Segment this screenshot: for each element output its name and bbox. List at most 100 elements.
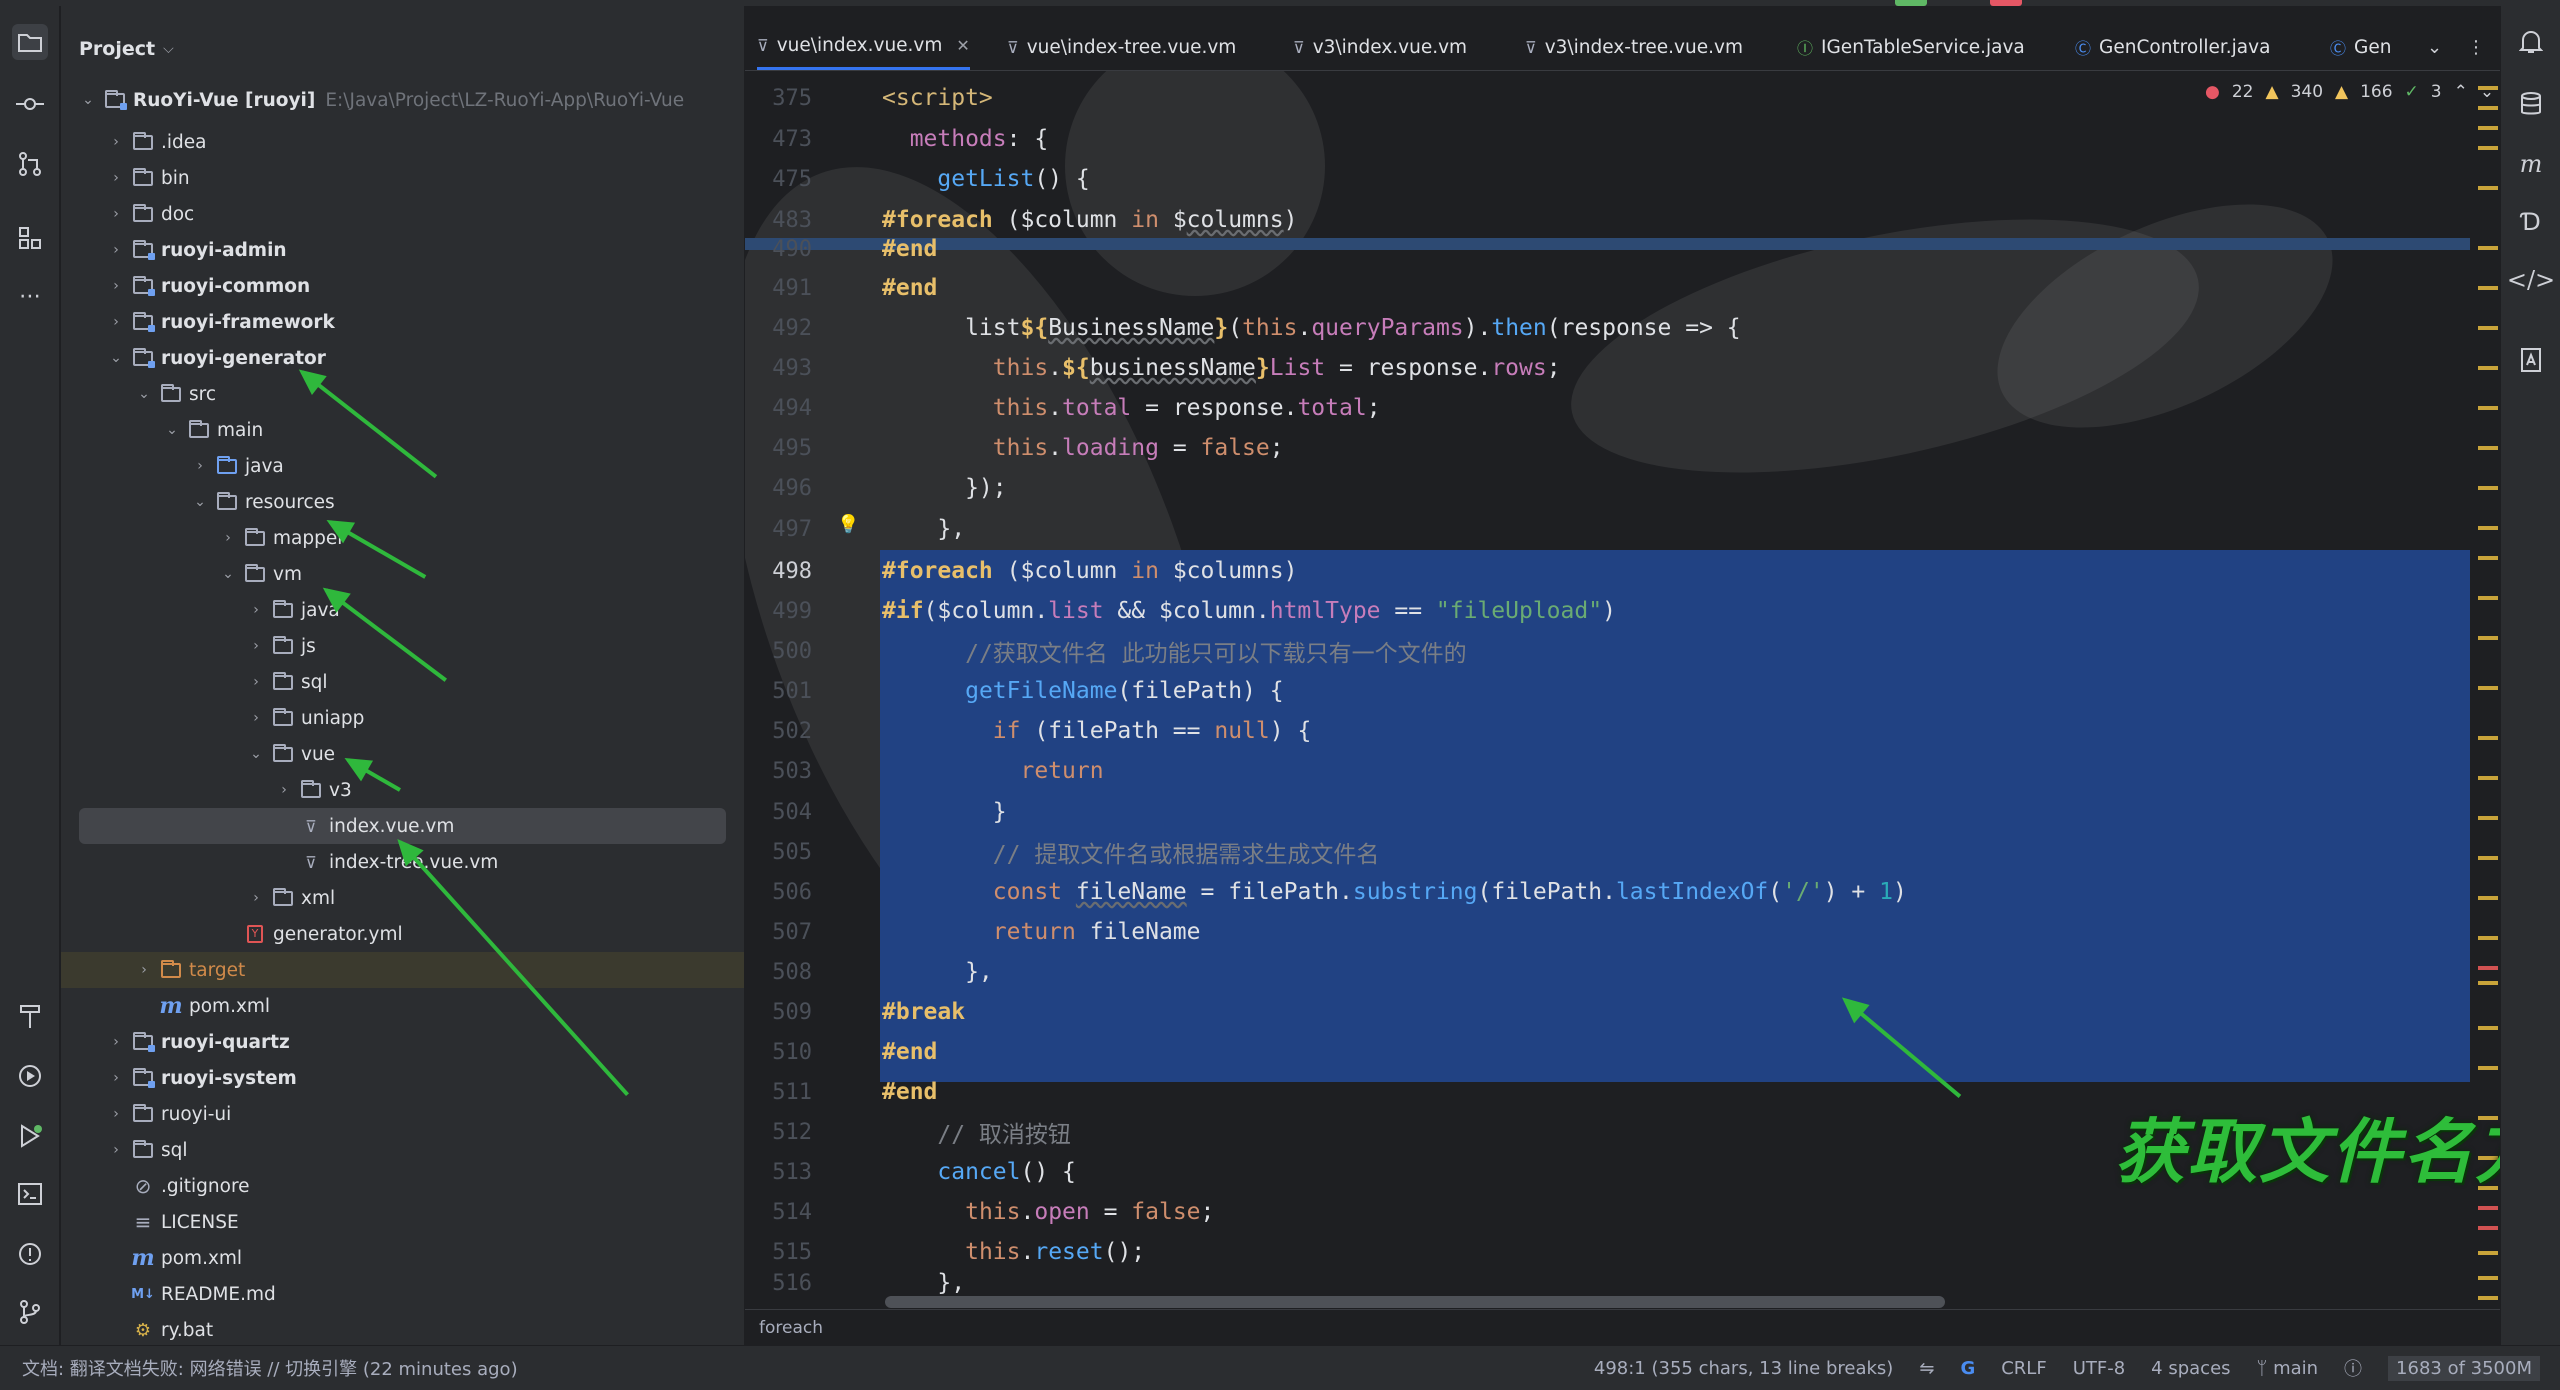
- endpoints-icon[interactable]: </>: [2507, 262, 2555, 298]
- stripe-marker[interactable]: [2478, 1276, 2498, 1280]
- chevron-right-icon[interactable]: ›: [107, 278, 125, 294]
- chevron-right-icon[interactable]: ›: [135, 962, 153, 978]
- tree-item-resources[interactable]: ⌄ resources: [61, 484, 744, 520]
- tree-item-sql[interactable]: › sql: [61, 1132, 744, 1168]
- chevron-down-icon[interactable]: ⌄: [163, 422, 181, 438]
- chevron-down-icon[interactable]: ⌄: [191, 494, 209, 510]
- code-line[interactable]: 508 },: [745, 952, 2470, 993]
- chevron-right-icon[interactable]: ›: [247, 638, 265, 654]
- d-plugin-icon[interactable]: Ɗ: [2513, 204, 2549, 240]
- stripe-marker[interactable]: [2478, 86, 2498, 90]
- code-line[interactable]: 492 list${BusinessName}(this.queryParams…: [745, 308, 2470, 349]
- code-line[interactable]: 509 #break: [745, 992, 2470, 1033]
- pull-requests-icon[interactable]: [12, 146, 48, 182]
- maven-icon[interactable]: m: [2513, 146, 2549, 182]
- code-line[interactable]: 496 });: [745, 468, 2470, 509]
- stripe-marker[interactable]: [2478, 1226, 2498, 1230]
- chevron-right-icon[interactable]: ›: [107, 314, 125, 330]
- caret-position[interactable]: 498:1 (355 chars, 13 line breaks): [1594, 1358, 1893, 1379]
- tab-vue-index-tree-vue-vm[interactable]: ⊽ vue\index-tree.vue.vm: [1007, 24, 1236, 70]
- tab-more-options-icon[interactable]: ⋮: [2467, 24, 2485, 70]
- database-icon[interactable]: [2513, 86, 2549, 122]
- tree-item-ruoyi-ui[interactable]: › ruoyi-ui: [61, 1096, 744, 1132]
- stripe-marker[interactable]: [2478, 1066, 2498, 1070]
- stripe-marker[interactable]: [2478, 816, 2498, 820]
- stripe-marker[interactable]: [2478, 936, 2498, 940]
- tree-item-ruoyi-common[interactable]: › ruoyi-common: [61, 268, 744, 304]
- code-line[interactable]: 495 this.loading = false;: [745, 428, 2470, 469]
- tab-vue-index-vue-vm[interactable]: ⊽ vue\index.vue.vm ✕: [757, 24, 970, 70]
- code-line[interactable]: 515 this.reset();: [745, 1232, 2470, 1273]
- tree-item-license[interactable]: ≡ LICENSE: [61, 1204, 744, 1240]
- code-line[interactable]: 503 return: [745, 751, 2470, 792]
- code-line[interactable]: 497 },: [745, 509, 2470, 550]
- tree-item-mapper[interactable]: › mapper: [61, 520, 744, 556]
- tree-item-pom-xml[interactable]: m pom.xml: [61, 988, 744, 1024]
- tab-gencontroller-java[interactable]: Ⓒ GenController.java: [2075, 24, 2270, 70]
- build-hammer-icon[interactable]: [12, 998, 48, 1034]
- close-icon[interactable]: ✕: [956, 36, 969, 55]
- chevron-down-icon[interactable]: ⌄: [135, 386, 153, 402]
- chevron-right-icon[interactable]: ›: [107, 1034, 125, 1050]
- chevron-right-icon[interactable]: ›: [107, 1142, 125, 1158]
- code-line[interactable]: 498 #foreach ($column in $columns): [745, 551, 2470, 592]
- horizontal-scrollbar[interactable]: [885, 1296, 1945, 1308]
- stripe-marker[interactable]: [2478, 686, 2498, 690]
- chevron-right-icon[interactable]: ›: [107, 134, 125, 150]
- code-line[interactable]: 505 // 提取文件名或根据需求生成文件名: [745, 832, 2470, 873]
- tree-item-pom-xml[interactable]: m pom.xml: [61, 1240, 744, 1276]
- stripe-marker[interactable]: [2478, 1251, 2498, 1255]
- stripe-marker[interactable]: [2478, 776, 2498, 780]
- chevron-right-icon[interactable]: ›: [107, 242, 125, 258]
- stripe-marker[interactable]: [2478, 556, 2498, 560]
- code-line[interactable]: 500 //获取文件名 此功能只可以下载只有一个文件的: [745, 631, 2470, 672]
- stripe-marker[interactable]: [2478, 856, 2498, 860]
- tree-item-xml[interactable]: › xml: [61, 880, 744, 916]
- tree-item-java[interactable]: › java: [61, 592, 744, 628]
- code-line[interactable]: 475 getList() {: [745, 159, 2470, 200]
- code-line[interactable]: 494 this.total = response.total;: [745, 388, 2470, 429]
- stripe-marker[interactable]: [2478, 246, 2498, 250]
- stripe-marker[interactable]: [2478, 636, 2498, 640]
- code-line[interactable]: 499 #if($column.list && $column.htmlType …: [745, 591, 2470, 632]
- chevron-down-icon[interactable]: ⌵: [163, 41, 174, 57]
- project-folder-icon[interactable]: [12, 24, 48, 60]
- translation-icon[interactable]: [2513, 342, 2549, 378]
- run-icon[interactable]: [12, 1118, 48, 1154]
- indent-setting[interactable]: 4 spaces: [2151, 1358, 2230, 1379]
- code-line[interactable]: 375 <script>: [745, 78, 2470, 119]
- tree-item-ry-bat[interactable]: ⚙ ry.bat: [61, 1312, 744, 1345]
- stripe-marker[interactable]: [2478, 186, 2498, 190]
- code-line[interactable]: 483 #foreach ($column in $columns): [745, 200, 2470, 241]
- tab-v3-index-tree-vue-vm[interactable]: ⊽ v3\index-tree.vue.vm: [1525, 24, 1743, 70]
- code-line[interactable]: 501 getFileName(filePath) {: [745, 671, 2470, 712]
- code-line[interactable]: 506 const fileName = filePath.substring(…: [745, 872, 2470, 913]
- git-icon[interactable]: [12, 1294, 48, 1330]
- chevron-down-icon[interactable]: ⌄: [107, 350, 125, 366]
- tree-item-readme-md[interactable]: M↓ README.md: [61, 1276, 744, 1312]
- tree-item-src[interactable]: ⌄ src: [61, 376, 744, 412]
- chevron-right-icon[interactable]: ›: [191, 458, 209, 474]
- google-translate-icon[interactable]: G: [1960, 1358, 1975, 1379]
- stripe-marker[interactable]: [2478, 366, 2498, 370]
- chevron-right-icon[interactable]: ›: [107, 206, 125, 222]
- tree-item-target[interactable]: › target: [61, 952, 744, 988]
- stripe-marker[interactable]: [2478, 966, 2498, 970]
- stripe-marker[interactable]: [2478, 1206, 2498, 1210]
- chevron-right-icon[interactable]: ›: [247, 602, 265, 618]
- chevron-right-icon[interactable]: ›: [247, 890, 265, 906]
- terminal-icon[interactable]: [12, 1176, 48, 1212]
- code-line[interactable]: 514 this.open = false;: [745, 1192, 2470, 1233]
- tree-item-sql[interactable]: › sql: [61, 664, 744, 700]
- status-message[interactable]: 文档: 翻译文档失败: 网络错误 // 切换引擎 (22 minutes ago…: [22, 1355, 518, 1381]
- chevron-down-icon[interactable]: ⌄: [79, 92, 97, 108]
- code-with-me-icon[interactable]: ⇋: [1919, 1358, 1934, 1379]
- memory-indicator[interactable]: 1683 of 3500M: [2388, 1355, 2540, 1381]
- tree-item-doc[interactable]: › doc: [61, 196, 744, 232]
- tab-gen-truncated[interactable]: Ⓒ Gen: [2330, 24, 2391, 70]
- tree-item-v3[interactable]: › v3: [61, 772, 744, 808]
- line-separator[interactable]: CRLF: [2001, 1358, 2046, 1379]
- code-line[interactable]: 490 #end: [745, 238, 2470, 260]
- stripe-marker[interactable]: [2478, 126, 2498, 130]
- stripe-marker[interactable]: [2478, 106, 2498, 110]
